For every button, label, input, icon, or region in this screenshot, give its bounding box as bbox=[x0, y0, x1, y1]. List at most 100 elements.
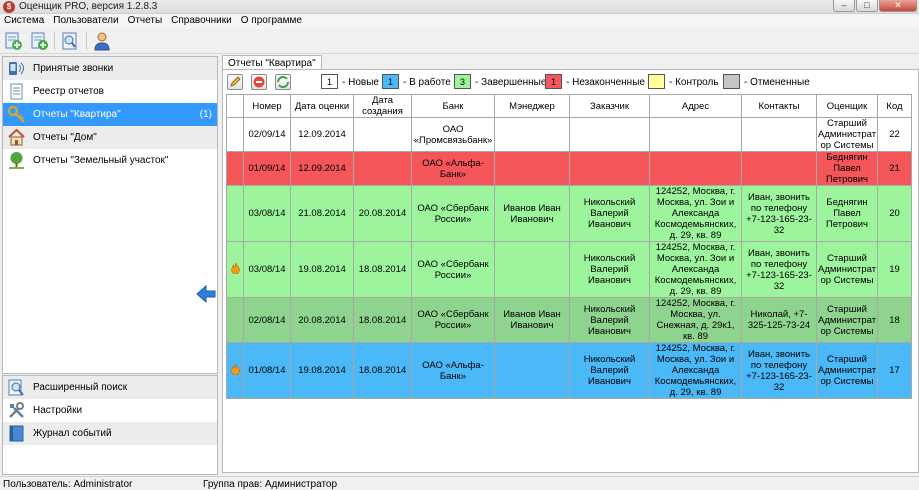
column-header-contacts[interactable]: Контакты bbox=[741, 94, 817, 118]
menu-about[interactable]: О программе bbox=[237, 14, 307, 26]
user-icon[interactable] bbox=[92, 31, 112, 51]
cell-customer: Никольский Валерий Иванович bbox=[569, 342, 650, 399]
cell-code: 20 bbox=[877, 185, 912, 242]
add-report-icon[interactable] bbox=[29, 31, 49, 51]
column-header-manager[interactable]: Мэнеджер bbox=[494, 94, 570, 118]
cell-manager: Иванов Иван Иванович bbox=[494, 185, 570, 242]
cell-number: 02/08/14 bbox=[243, 297, 291, 343]
cell-manager: Иванов Иван Иванович bbox=[494, 297, 570, 343]
cell-number: 01/09/14 bbox=[243, 151, 291, 186]
cell-customer bbox=[569, 151, 650, 186]
edit-button[interactable] bbox=[227, 74, 243, 90]
tree-icon bbox=[9, 152, 24, 169]
cell-address: 124252, Москва, г. Москва, ул. Зои и Але… bbox=[649, 342, 742, 399]
collapse-arrow-icon[interactable] bbox=[196, 285, 216, 303]
cell-customer: Никольский Валерий Иванович bbox=[569, 185, 650, 242]
cell-contacts: Николай, +7-325-125-73-24 bbox=[741, 297, 817, 343]
table-row[interactable]: 01/09/14 12.09.2014 ОАО «Альфа-Банк» Бедняг… bbox=[226, 151, 912, 186]
column-header-bank[interactable]: Банк bbox=[411, 94, 495, 118]
cell-contacts: Иван, звонить по телефону +7-123-165-23-… bbox=[741, 241, 817, 298]
row-flag-cell bbox=[226, 241, 244, 298]
sidebar-item-calls[interactable]: Принятые звонки bbox=[3, 57, 217, 80]
cell-customer: Никольский Валерий Иванович bbox=[569, 297, 650, 343]
menu-system[interactable]: Система bbox=[0, 14, 49, 26]
column-header-created[interactable]: Дата создания bbox=[353, 94, 412, 118]
cell-eval-date: 19.08.2014 bbox=[290, 241, 354, 298]
legend-completed-swatch[interactable]: 3 bbox=[454, 74, 471, 89]
row-flag-cell bbox=[226, 117, 244, 152]
legend-completed-label: - Завершенные bbox=[475, 77, 547, 88]
row-flag-cell bbox=[226, 151, 244, 186]
column-header-appraiser[interactable]: Оценщик bbox=[816, 94, 878, 118]
preview-report-icon[interactable] bbox=[60, 31, 80, 51]
cell-bank: ОАО «Промсвязьбанк» bbox=[411, 117, 495, 152]
new-report-icon[interactable] bbox=[3, 31, 23, 51]
column-header-number[interactable]: Номер bbox=[243, 94, 291, 118]
table-row[interactable]: 03/08/14 21.08.2014 20.08.2014 ОАО «Сбербан… bbox=[226, 185, 912, 242]
sidebar-item-advanced-search[interactable]: Расширенный поиск bbox=[3, 376, 217, 399]
sidebar-item-event-log[interactable]: Журнал событий bbox=[3, 422, 217, 445]
cell-bank: ОАО «Альфа-Банк» bbox=[411, 342, 495, 399]
cell-contacts bbox=[741, 151, 817, 186]
column-header-eval-date[interactable]: Дата оценки bbox=[290, 94, 354, 118]
legend-unfinished-swatch[interactable]: 1 bbox=[545, 74, 562, 89]
document-icon bbox=[10, 83, 23, 100]
sidebar-item-label: Журнал событий bbox=[33, 428, 112, 439]
column-header-customer[interactable]: Заказчик bbox=[569, 94, 650, 118]
sidebar-item-land[interactable]: Отчеты "Земельный участок" bbox=[3, 149, 217, 172]
cell-bank: ОАО «Сбербанк России» bbox=[411, 297, 495, 343]
sidebar-item-label: Принятые звонки bbox=[33, 63, 114, 74]
sidebar-item-label: Расширенный поиск bbox=[33, 382, 128, 393]
legend-cancelled-swatch[interactable] bbox=[723, 74, 740, 89]
minimize-button[interactable]: – bbox=[833, 0, 855, 12]
delete-button[interactable] bbox=[251, 74, 267, 90]
cell-created: 18.08.2014 bbox=[353, 342, 412, 399]
house-icon bbox=[8, 128, 25, 146]
cell-bank: ОАО «Сбербанк России» bbox=[411, 241, 495, 298]
cell-code: 19 bbox=[877, 241, 912, 298]
table-row[interactable]: 01/08/14 19.08.2014 18.08.2014 ОАО «Альфа-Б… bbox=[226, 342, 912, 399]
menu-directories[interactable]: Справочники bbox=[167, 14, 237, 26]
sidebar-item-settings[interactable]: Настройки bbox=[3, 399, 217, 422]
sidebar: Принятые звонки Реестр отчетов Отчеты "К… bbox=[2, 56, 218, 374]
sidebar-item-house[interactable]: Отчеты "Дом" bbox=[3, 126, 217, 149]
refresh-icon bbox=[277, 76, 289, 88]
tools-icon bbox=[9, 402, 24, 418]
legend-control-label: - Контроль bbox=[669, 77, 719, 88]
legend-cancelled-label: - Отмененные bbox=[744, 77, 810, 88]
legend-in-progress-swatch[interactable]: 1 bbox=[382, 74, 399, 89]
row-flag-cell bbox=[226, 342, 244, 399]
refresh-button[interactable] bbox=[275, 74, 291, 90]
table-row[interactable]: 03/08/14 19.08.2014 18.08.2014 ОАО «Сбербан… bbox=[226, 241, 912, 298]
table-row[interactable]: 02/08/14 20.08.2014 18.08.2014 ОАО «Сбербан… bbox=[226, 297, 912, 343]
close-button[interactable]: ✕ bbox=[879, 0, 917, 12]
row-flag-cell bbox=[226, 185, 244, 242]
column-header-address[interactable]: Адрес bbox=[649, 94, 742, 118]
window-title: Оценщик PRO, версия 1.2.8.3 bbox=[19, 1, 158, 12]
menu-users[interactable]: Пользователи bbox=[49, 14, 123, 26]
column-header-code[interactable]: Код bbox=[877, 94, 912, 118]
sidebar-item-registry[interactable]: Реестр отчетов bbox=[3, 80, 217, 103]
legend-control-swatch[interactable] bbox=[648, 74, 665, 89]
column-header-flag[interactable] bbox=[226, 94, 244, 118]
flame-icon bbox=[230, 262, 240, 274]
cell-number: 03/08/14 bbox=[243, 241, 291, 298]
cell-code: 21 bbox=[877, 151, 912, 186]
menu-bar: Система Пользователи Отчеты Справочники О пр… bbox=[0, 14, 919, 28]
cell-appraiser: Беднягин Павел Петрович bbox=[816, 151, 878, 186]
window-controls: – □ ✕ bbox=[833, 0, 917, 13]
cell-bank: ОАО «Сбербанк России» bbox=[411, 185, 495, 242]
row-flag-cell bbox=[226, 297, 244, 343]
table-row[interactable]: 02/09/14 12.09.2014 ОАО «Промсвязьбанк» Ста… bbox=[226, 117, 912, 152]
legend-new-swatch[interactable]: 1 bbox=[321, 74, 338, 89]
tab-apartment-reports[interactable]: Отчеты "Квартира" bbox=[222, 55, 322, 70]
maximize-button[interactable]: □ bbox=[856, 0, 878, 12]
cell-created: 20.08.2014 bbox=[353, 185, 412, 242]
toolbar bbox=[0, 28, 919, 54]
menu-reports[interactable]: Отчеты bbox=[124, 14, 168, 26]
legend-toolbar: 1 - Новые 1 - В работе 3 - Завершенные 1… bbox=[223, 70, 918, 94]
cell-code: 18 bbox=[877, 297, 912, 343]
cell-appraiser: Старший Администрат ор Системы bbox=[816, 297, 878, 343]
main-panel: 1 - Новые 1 - В работе 3 - Завершенные 1… bbox=[222, 69, 919, 473]
sidebar-item-apartment[interactable]: Отчеты "Квартира" (1) bbox=[3, 103, 217, 126]
